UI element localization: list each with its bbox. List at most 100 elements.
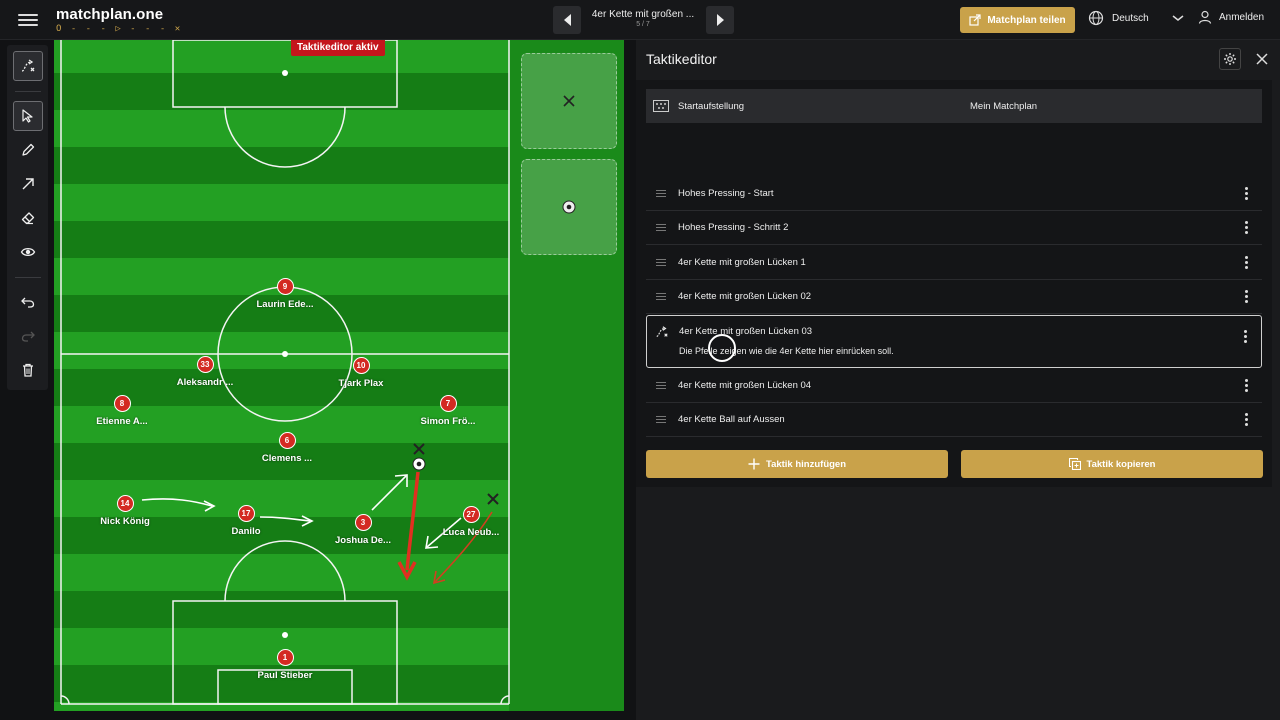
tactic-item[interactable]: 4er Kette Ball auf Aussen [646,403,1262,437]
player-token[interactable]: 8 Etienne A... [67,395,177,427]
player-number: 1 [276,649,294,666]
current-tactic-title: 4er Kette mit großen ... 5 / 7 [586,9,700,28]
share-icon [969,14,981,26]
player-name: Luca Neub... [442,527,500,538]
drag-handle-icon[interactable] [654,259,668,266]
tactic-label: Hohes Pressing - Schritt 2 [678,222,789,233]
more-options-icon[interactable] [1236,287,1256,307]
copy-tactic-button[interactable]: Taktik kopieren [961,450,1263,478]
player-number: 10 [352,357,370,374]
more-options-icon[interactable] [1236,184,1256,204]
more-options-icon[interactable] [1236,376,1256,396]
panel-title: Taktikeditor [646,51,717,67]
player-token[interactable]: 9 Laurin Ede... [230,278,340,310]
player-name: Nick König [100,516,150,527]
tactic-text: 4er Kette Ball auf Aussen [678,414,1236,425]
eye-icon [20,247,36,257]
menu-icon[interactable] [18,11,38,29]
login-button[interactable]: Anmelden [1198,10,1264,24]
player-name: Joshua De... [335,535,391,546]
user-icon [1198,10,1212,24]
pitch[interactable]: Taktikeditor aktiv 9 Laurin Ede... 33 Aleks… [54,40,624,711]
share-matchplan-button[interactable]: Matchplan teilen [960,7,1075,33]
tactic-item[interactable]: Hohes Pressing - Schritt 2 [646,211,1262,245]
add-tactic-button[interactable]: Taktik hinzufügen [646,450,948,478]
player-token[interactable]: 17 Danilo [191,505,301,537]
more-options-icon[interactable] [1236,218,1256,238]
ball-bench-slot[interactable] [521,159,617,255]
player-number: 8 [113,395,131,412]
player-number: 27 [462,506,480,523]
undo-button[interactable] [13,287,43,317]
player-number: 17 [237,505,255,522]
player-token[interactable]: 27 Luca Neub... [416,506,526,538]
tactic-label: 4er Kette mit großen Lücken 1 [678,257,806,268]
pen-tool-button[interactable] [13,135,43,165]
player-name: Paul Stieber [257,670,313,681]
previous-tactic-button[interactable] [553,6,581,34]
more-options-icon[interactable] [1236,410,1256,430]
player-token[interactable]: 33 Aleksandr ... [150,356,260,388]
pencil-icon [22,143,35,156]
tactic-text: 4er Kette mit großen Lücken 1 [678,257,1236,268]
player-token[interactable]: 1 Paul Stieber [230,649,340,681]
drag-handle-icon[interactable] [654,382,668,389]
tactic-item[interactable]: 4er Kette mit großen Lücken 1 [646,246,1262,280]
close-icon [1256,53,1268,65]
tactic-description: Die Pfeile zeigen wie die 4er Kette hier… [679,346,894,356]
start-lineup-value: Mein Matchplan [970,100,1038,112]
player-name: Laurin Ede... [256,299,314,310]
tactic-item[interactable]: 4er Kette mit großen Lücken 04 [646,369,1262,403]
copy-icon [1068,458,1081,470]
player-token[interactable]: 14 Nick König [70,495,180,527]
player-token[interactable]: 7 Simon Frö... [393,395,503,427]
settings-button[interactable] [1219,48,1241,70]
more-options-icon[interactable] [1236,253,1256,273]
tactic-text: 4er Kette mit großen Lücken 03 Die Pfeile… [679,326,1235,356]
delete-button[interactable] [13,355,43,385]
toolbar-divider [15,91,41,92]
drag-handle-icon[interactable] [654,416,668,423]
next-tactic-button[interactable] [706,6,734,34]
tactic-item[interactable]: 4er Kette mit großen Lücken 02 [646,280,1262,314]
ball-icon [562,200,576,214]
tactic-label: Hohes Pressing - Start [678,188,774,199]
undo-icon [21,297,35,308]
more-options-icon[interactable] [1235,326,1255,346]
redo-button[interactable] [13,321,43,351]
eraser-tool-button[interactable] [13,203,43,233]
player-bench-slot[interactable] [521,53,617,149]
trash-icon [23,363,33,377]
player-name: Danilo [231,526,261,537]
player-token[interactable]: 3 Joshua De... [308,514,418,546]
arrow-tool-button[interactable] [13,169,43,199]
drag-handle-icon[interactable] [654,190,668,197]
start-lineup-row[interactable]: Startaufstellung Mein Matchplan [646,89,1262,123]
route-icon[interactable] [655,325,669,342]
ball-icon[interactable] [412,457,426,471]
drag-handle-icon[interactable] [654,293,668,300]
visibility-button[interactable] [13,237,43,267]
gear-icon [1224,53,1236,65]
tactic-label: 4er Kette mit großen Lücken 03 [679,326,813,337]
drag-handle-icon[interactable] [654,224,668,231]
copy-tactic-label: Taktik kopieren [1086,458,1156,470]
player-number: 9 [276,278,294,295]
language-label: Deutsch [1112,12,1149,24]
close-panel-button[interactable] [1251,48,1273,70]
select-tool-button[interactable] [13,101,43,131]
tactic-mode-button[interactable] [13,51,43,81]
language-selector[interactable]: Deutsch [1088,10,1185,26]
plus-icon [748,458,760,470]
tactic-item[interactable]: 4er Kette mit großen Lücken 03 Die Pfeile… [646,315,1262,368]
player-number: 33 [196,356,214,373]
tactic-text: 4er Kette mit großen Lücken 02 [678,291,1236,302]
tactic-label: 4er Kette mit großen Lücken 04 [678,380,812,391]
player-number: 7 [439,395,457,412]
caret-right-icon [716,14,724,26]
logo[interactable]: matchplan.one O - - - ▷ - - - ✕ [56,6,182,34]
player-token[interactable]: 6 Clemens ... [232,432,342,464]
player-token[interactable]: 10 Tjark Plax [306,357,416,389]
tactic-label: 4er Kette Ball auf Aussen [678,414,785,425]
tactic-item[interactable]: Hohes Pressing - Start [646,177,1262,211]
